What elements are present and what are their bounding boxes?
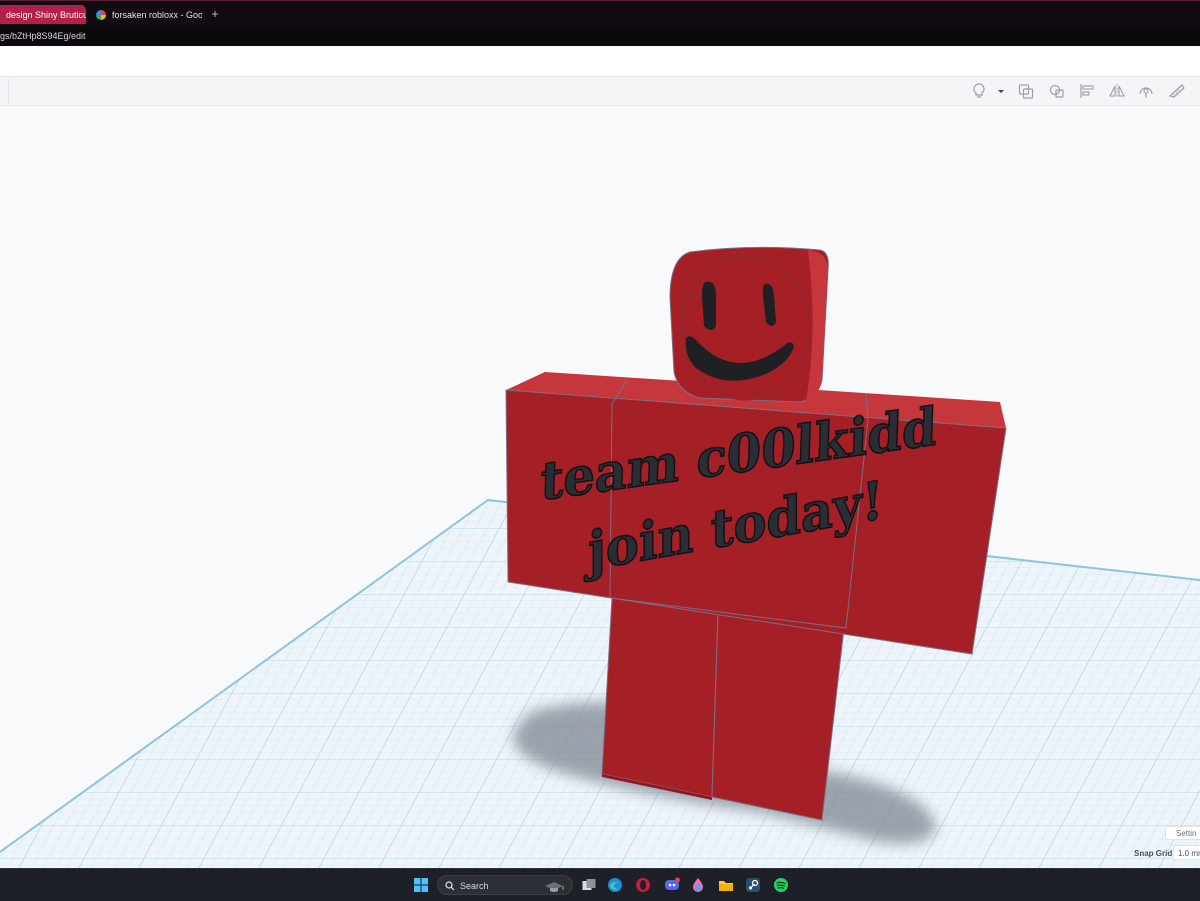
cruise-icon[interactable]: [1137, 82, 1155, 100]
discord-icon[interactable]: [664, 877, 680, 893]
address-bar[interactable]: gs/bZtHp8S94Eg/edit: [0, 26, 1200, 46]
dropdown-caret-icon[interactable]: [992, 82, 1006, 100]
url-text: gs/bZtHp8S94Eg/edit: [0, 31, 86, 41]
task-view-icon[interactable]: [581, 877, 597, 893]
snap-grid-value[interactable]: 1.0 mm: [1173, 845, 1200, 860]
toolbar-left-edge: [0, 79, 9, 103]
search-icon: [445, 881, 455, 891]
snap-grid-label: Snap Grid: [1134, 849, 1173, 858]
paint-icon[interactable]: [690, 877, 706, 893]
google-icon: [96, 9, 106, 20]
app-header: [0, 46, 1200, 77]
taskbar-search-box[interactable]: Search: [437, 875, 573, 895]
browser-tab-bar: design Shiny Bruticus forsaken robloxx -…: [0, 0, 1200, 27]
lightbulb-icon[interactable]: [970, 82, 988, 100]
edge-icon[interactable]: [607, 877, 623, 893]
settings-tab[interactable]: Settin: [1165, 826, 1200, 840]
mirror-icon[interactable]: [1108, 82, 1126, 100]
windows-taskbar: Search: [0, 868, 1200, 901]
steam-icon[interactable]: [745, 877, 761, 893]
edit-toolbar: [0, 77, 1200, 106]
file-explorer-icon[interactable]: [718, 877, 734, 893]
ungroup-icon[interactable]: [1048, 82, 1066, 100]
browser-tab-google[interactable]: forsaken robloxx - Google: [90, 5, 202, 24]
group-icon[interactable]: [1017, 82, 1035, 100]
align-icon[interactable]: [1078, 82, 1096, 100]
windows-start-icon[interactable]: [413, 877, 429, 893]
opera-icon[interactable]: [635, 877, 651, 893]
3d-workplane[interactable]: team c00lkidd join today!: [0, 106, 1200, 868]
tab-title: design Shiny Bruticus: [6, 9, 86, 20]
browser-tab-tinkercad[interactable]: design Shiny Bruticus: [0, 5, 86, 24]
new-tab-button[interactable]: +: [208, 6, 222, 22]
spotify-icon[interactable]: [773, 877, 789, 893]
tab-title: forsaken robloxx - Google: [112, 9, 202, 20]
model-head[interactable]: [669, 246, 829, 403]
search-highlight-icon: [545, 882, 564, 892]
ruler-icon[interactable]: [1168, 82, 1186, 100]
face-left-eye: [702, 281, 716, 330]
search-label: Search: [460, 881, 489, 891]
scene-canvas[interactable]: team c00lkidd join today!: [0, 106, 1200, 868]
